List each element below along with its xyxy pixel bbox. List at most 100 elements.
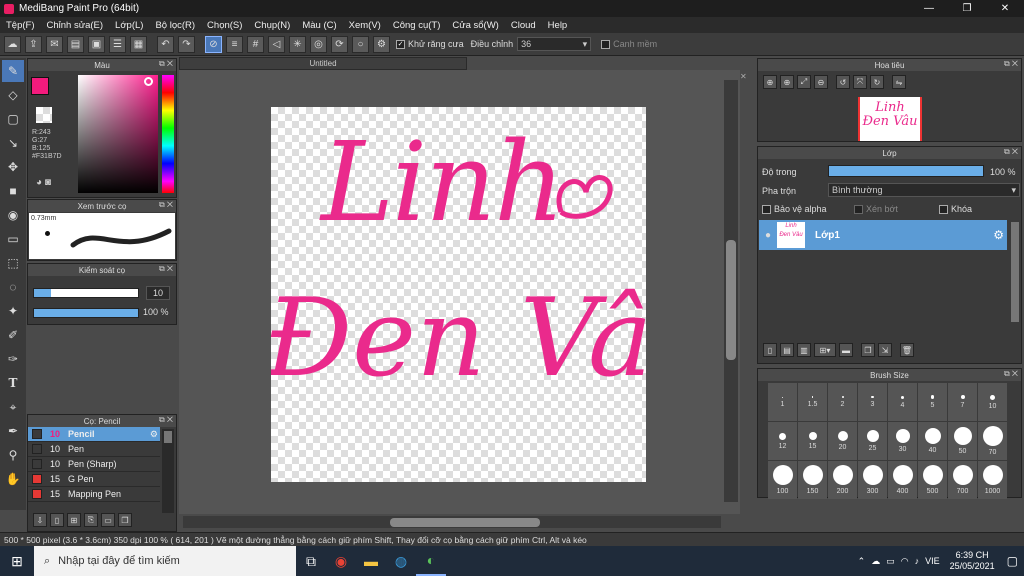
brush-size-cell[interactable]: 10 — [978, 383, 1007, 421]
message-icon[interactable]: ▤ — [67, 35, 84, 53]
dot-tool-icon[interactable]: ▢ — [2, 108, 24, 130]
undo-icon[interactable]: ↶ — [157, 35, 174, 53]
canvas-tab[interactable]: Untitled — [179, 57, 467, 70]
brush-size-cell[interactable]: 5 — [918, 383, 947, 421]
brush-list-scrollbar[interactable] — [162, 429, 174, 513]
eye-icon[interactable]: ● — [759, 230, 777, 241]
brush-item-pen-sharp[interactable]: 10 Pen (Sharp) — [28, 457, 160, 472]
vertical-scrollbar[interactable] — [724, 80, 738, 502]
windows-start-icon[interactable]: ⊞ — [0, 546, 34, 576]
panel-controls-icon[interactable]: ⧉ ✕ — [1004, 59, 1018, 69]
brush-size-cell[interactable]: 70 — [978, 422, 1007, 460]
language-indicator[interactable]: VIE — [925, 556, 940, 566]
layer-opacity-slider[interactable] — [828, 165, 984, 177]
transparent-color-swatch[interactable] — [36, 107, 52, 123]
select-pen-icon[interactable]: ✐ — [2, 324, 24, 346]
brush-item-pen[interactable]: 10 Pen — [28, 442, 160, 457]
blend-mode-dropdown[interactable]: Bình thường ▾ — [828, 183, 1020, 197]
show-hidden-icon[interactable]: ⌃ — [858, 556, 866, 567]
menu-file[interactable]: Tệp(F) — [0, 20, 41, 31]
chrome-icon[interactable]: ◉ — [326, 546, 356, 576]
volume-icon[interactable]: ♪ — [915, 556, 920, 566]
layer-row[interactable]: ● Linh Đen Vâu Lớp1 ⚙ — [759, 220, 1007, 250]
rotate-right-icon[interactable]: ↻ — [870, 75, 884, 89]
menu-color[interactable]: Màu (C) — [296, 20, 342, 31]
menu-help[interactable]: Help — [542, 20, 574, 31]
brush-size-cell[interactable]: 15 — [798, 422, 827, 460]
minimize-button[interactable]: — — [910, 0, 948, 17]
correction-dropdown[interactable]: 36 ▾ — [517, 37, 592, 51]
menu-select[interactable]: Chọn(S) — [201, 20, 248, 31]
protect-alpha-checkbox[interactable] — [762, 204, 771, 214]
brush-size-cell[interactable]: 25 — [858, 422, 887, 460]
reset-view-icon[interactable]: ⤧ — [853, 75, 867, 89]
brush-opacity-slider[interactable] — [33, 308, 139, 318]
folder-icon[interactable]: ▭ — [101, 513, 115, 527]
text-tool-icon[interactable]: T — [2, 372, 24, 394]
brush-size-cell[interactable]: 150 — [798, 461, 827, 499]
brush-size-cell[interactable]: 200 — [828, 461, 857, 499]
gear-icon[interactable]: ⚙ — [150, 429, 160, 440]
weather-icon[interactable]: ☁ — [871, 556, 880, 567]
move-tool-icon[interactable]: ✥ — [2, 156, 24, 178]
panel-controls-icon[interactable]: ⧉ ✕ — [159, 59, 173, 69]
snap-off-icon[interactable]: ⊘ — [205, 35, 222, 53]
brush-size-cell[interactable]: 1.5 — [798, 383, 827, 421]
hand-tool-icon[interactable]: ✋ — [2, 468, 24, 490]
magic-wand-icon[interactable]: ✦ — [2, 300, 24, 322]
curve-snap-icon[interactable]: ⟳ — [331, 35, 348, 53]
copy-brush-icon[interactable]: ⎘ — [84, 513, 98, 527]
zoom-icon[interactable]: ⊕ — [780, 75, 794, 89]
upload-icon[interactable]: ⇪ — [25, 35, 42, 53]
add-layer-menu-icon[interactable]: ⊞▾ — [814, 343, 836, 357]
hue-slider[interactable] — [162, 75, 174, 193]
foreground-color-swatch[interactable] — [31, 77, 49, 95]
menu-view[interactable]: Xem(V) — [343, 20, 387, 31]
gradient-tool-icon[interactable]: ▭ — [2, 228, 24, 250]
radial-snap-icon[interactable]: ✳ — [289, 35, 306, 53]
save-icon[interactable]: ▣ — [88, 35, 105, 53]
clipping-checkbox[interactable] — [854, 204, 863, 214]
panel-controls-icon[interactable]: ⧉ ✕ — [1004, 147, 1018, 157]
menu-layer[interactable]: Lớp(L) — [109, 20, 149, 31]
new-8bit-layer-icon[interactable]: ▥ — [797, 343, 811, 357]
gradient-brush-icon[interactable]: ↘ — [2, 132, 24, 154]
brush-size-cell[interactable]: 30 — [888, 422, 917, 460]
medibang-taskbar-icon[interactable]: ◐ — [416, 546, 446, 576]
lock-checkbox[interactable] — [939, 204, 948, 214]
menu-tools[interactable]: Công cụ(T) — [387, 20, 447, 31]
download-brush-icon[interactable]: ⇩ — [33, 513, 47, 527]
layer-folder-icon[interactable]: ▬ — [839, 343, 853, 357]
grid-icon[interactable]: ▦ — [130, 35, 147, 53]
panel-controls-icon[interactable]: ⧉ ✕ — [159, 264, 173, 274]
brush-size-cell[interactable]: 2 — [828, 383, 857, 421]
antialias-checkbox[interactable]: ✓ — [396, 39, 405, 49]
panel-controls-icon[interactable]: ⧉ ✕ — [159, 200, 173, 210]
file-explorer-icon[interactable]: ▬ — [356, 546, 386, 576]
divide-tool-icon[interactable]: ⌖ — [2, 396, 24, 418]
clipping-option[interactable]: Xén bớt — [848, 204, 898, 214]
shape-tool-icon[interactable]: ■ — [2, 180, 24, 202]
brush-size-cell[interactable]: 40 — [918, 422, 947, 460]
duplicate-icon[interactable]: ❐ — [118, 513, 132, 527]
brush-size-cell[interactable]: 20 — [828, 422, 857, 460]
brush-size-cell[interactable]: 700 — [948, 461, 977, 499]
settings-icon[interactable]: ⚙ — [373, 35, 390, 53]
brush-size-cell[interactable]: 4 — [888, 383, 917, 421]
flip-icon[interactable]: ⇋ — [892, 75, 906, 89]
close-tabs-icon[interactable]: ✕ — [740, 72, 747, 81]
new-halftone-layer-icon[interactable]: ▤ — [780, 343, 794, 357]
menu-snap[interactable]: Chụp(N) — [248, 20, 296, 31]
saturation-value-picker[interactable] — [78, 75, 158, 193]
taskbar-search[interactable]: ⌕ Nhập tại đây để tìm kiếm — [34, 546, 296, 576]
close-button[interactable]: ✕ — [986, 0, 1024, 17]
panel-controls-icon[interactable]: ⧉ ✕ — [1004, 369, 1018, 379]
rotate-left-icon[interactable]: ↺ — [836, 75, 850, 89]
brush-item-mapping-pen[interactable]: 15 Mapping Pen — [28, 487, 160, 502]
notification-icon[interactable]: ▢ — [1007, 554, 1018, 568]
menu-window[interactable]: Cửa sổ(W) — [446, 20, 504, 31]
select-tool-icon[interactable]: ⬚ — [2, 252, 24, 274]
brush-size-slider[interactable] — [33, 288, 139, 298]
brush-size-cell[interactable]: 300 — [858, 461, 887, 499]
circle-snap-icon[interactable]: ◎ — [310, 35, 327, 53]
